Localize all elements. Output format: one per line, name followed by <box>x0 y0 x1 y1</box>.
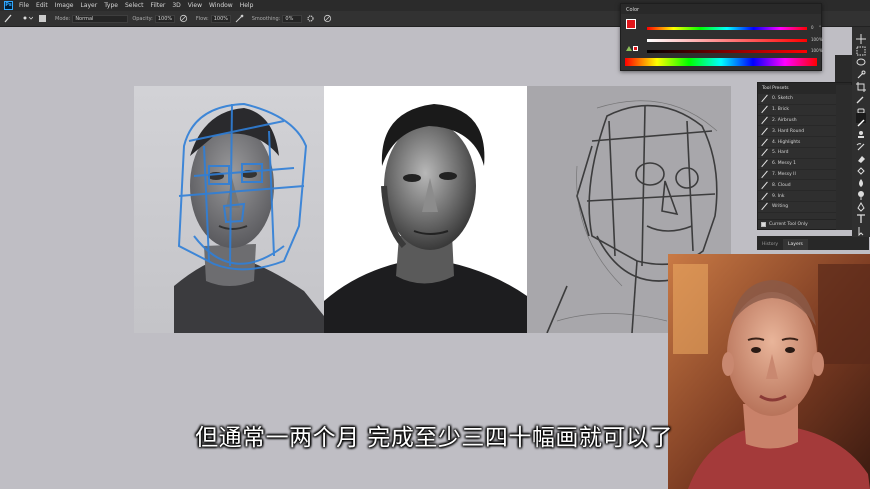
brush-icon <box>761 128 768 135</box>
flow-field[interactable]: 100% <box>210 14 231 23</box>
brush-icon <box>761 193 768 200</box>
dodge-tool-icon[interactable] <box>856 185 866 200</box>
preset-label: Writing <box>772 204 789 210</box>
preset-label: 1. Brick <box>772 107 789 113</box>
preset-label: 2. Airbrush <box>772 117 797 123</box>
menu-select[interactable]: Select <box>125 2 144 9</box>
web-safe-color-swatch[interactable] <box>633 46 638 51</box>
preset-label: 5. Hard <box>772 150 789 156</box>
video-subtitle: 但通常一两个月 完成至少三四十幅画就可以了 <box>195 425 673 451</box>
gamut-warning-icon <box>626 46 632 51</box>
menu-view[interactable]: View <box>188 2 202 9</box>
airbrush-icon[interactable] <box>235 14 244 23</box>
saturation-value[interactable]: 100 <box>811 37 819 42</box>
tab-layers[interactable]: Layers <box>783 239 808 250</box>
type-tool-icon[interactable] <box>856 209 866 223</box>
current-tool-only-label: Current Tool Only <box>769 222 808 227</box>
blur-tool-icon[interactable] <box>856 173 866 187</box>
preset-label: 3. Hard Round <box>772 128 805 134</box>
menu-help[interactable]: Help <box>240 2 254 9</box>
brush-icon <box>761 117 768 124</box>
brush-icon <box>761 171 768 178</box>
move-tool-icon[interactable] <box>856 29 866 44</box>
brush-icon <box>761 149 768 156</box>
pressure-opacity-icon[interactable] <box>179 14 188 23</box>
quick-select-tool-icon[interactable] <box>856 65 866 79</box>
hue-value[interactable]: 0 <box>811 25 814 30</box>
menu-3d[interactable]: 3D <box>172 2 180 9</box>
flow-label: Flow: <box>195 15 209 22</box>
panel-icon-strip <box>836 85 852 230</box>
eyedropper-tool-icon[interactable] <box>856 89 866 104</box>
menu-type[interactable]: Type <box>104 2 118 9</box>
menu-layer[interactable]: Layer <box>80 2 97 9</box>
brightness-unit: % <box>819 48 823 53</box>
foreground-color-swatch[interactable] <box>626 19 636 29</box>
hue-unit: ° <box>819 25 821 30</box>
current-tool-only-checkbox[interactable] <box>761 222 766 227</box>
hue-slider[interactable] <box>647 27 807 30</box>
smoothing-options-gear-icon[interactable] <box>306 14 315 23</box>
healing-brush-tool-icon[interactable] <box>856 101 866 114</box>
reference-portrait-photo <box>324 86 527 333</box>
path-selection-tool-icon[interactable] <box>856 221 866 237</box>
brush-icon <box>761 182 768 189</box>
paint-bucket-tool-icon[interactable] <box>856 161 866 175</box>
webcam-video-overlay <box>668 254 870 489</box>
pressure-size-icon[interactable] <box>323 14 332 23</box>
color-panel: Color 0 ° 100 % 100 % <box>620 3 823 71</box>
brush-icon <box>761 160 768 167</box>
mode-select[interactable]: Normal <box>72 14 129 23</box>
history-brush-tool-icon[interactable] <box>856 137 866 151</box>
pen-tool-icon[interactable] <box>856 197 866 212</box>
mode-label: Mode: <box>55 15 71 22</box>
brush-tool-icon[interactable] <box>856 113 866 127</box>
panel-dock-strip <box>835 55 852 85</box>
saturation-slider[interactable] <box>647 39 807 42</box>
color-panel-title: Color <box>621 4 821 14</box>
brightness-value[interactable]: 100 <box>811 48 819 53</box>
brightness-slider[interactable] <box>647 50 807 53</box>
brush-icon <box>761 95 768 102</box>
crop-tool-icon[interactable] <box>856 77 866 92</box>
lasso-tool-icon[interactable] <box>856 53 866 66</box>
eraser-tool-icon[interactable] <box>856 149 866 163</box>
brush-settings-icon[interactable] <box>38 14 47 23</box>
brush-tool-icon[interactable] <box>4 14 13 23</box>
opacity-field[interactable]: 100% <box>154 14 175 23</box>
preset-label: 8. Cloud <box>772 182 791 188</box>
menu-image[interactable]: Image <box>55 2 74 9</box>
marquee-tool-icon[interactable] <box>856 41 866 56</box>
brush-icon <box>761 106 768 113</box>
photoshop-logo-icon: Ps <box>4 1 13 10</box>
preset-label: 4. Highlights <box>772 139 801 145</box>
preset-label: 9. Ink <box>772 193 785 199</box>
reference-photo-with-construction-overlay <box>134 86 324 333</box>
brush-icon <box>761 203 768 210</box>
preset-label: 0. Sketch <box>772 96 793 102</box>
color-spectrum-ramp[interactable] <box>625 58 817 66</box>
smoothing-label: Smoothing: <box>251 15 281 22</box>
saturation-unit: % <box>819 37 823 42</box>
menu-edit[interactable]: Edit <box>36 2 48 9</box>
menu-filter[interactable]: Filter <box>151 2 166 9</box>
brush-size-picker-icon[interactable] <box>21 14 34 23</box>
tools-panel <box>852 27 870 237</box>
smoothing-field[interactable]: 0% <box>282 14 303 23</box>
preset-label: 7. Messy II <box>772 171 796 177</box>
opacity-label: Opacity: <box>132 15 153 22</box>
menu-window[interactable]: Window <box>209 2 233 9</box>
brush-icon <box>761 139 768 146</box>
layers-panel-tabs: History Layers <box>757 236 869 250</box>
menu-file[interactable]: File <box>19 2 29 9</box>
clone-stamp-tool-icon[interactable] <box>856 125 866 138</box>
tab-history[interactable]: History <box>757 239 783 250</box>
preset-label: 6. Messy 1 <box>772 161 797 167</box>
